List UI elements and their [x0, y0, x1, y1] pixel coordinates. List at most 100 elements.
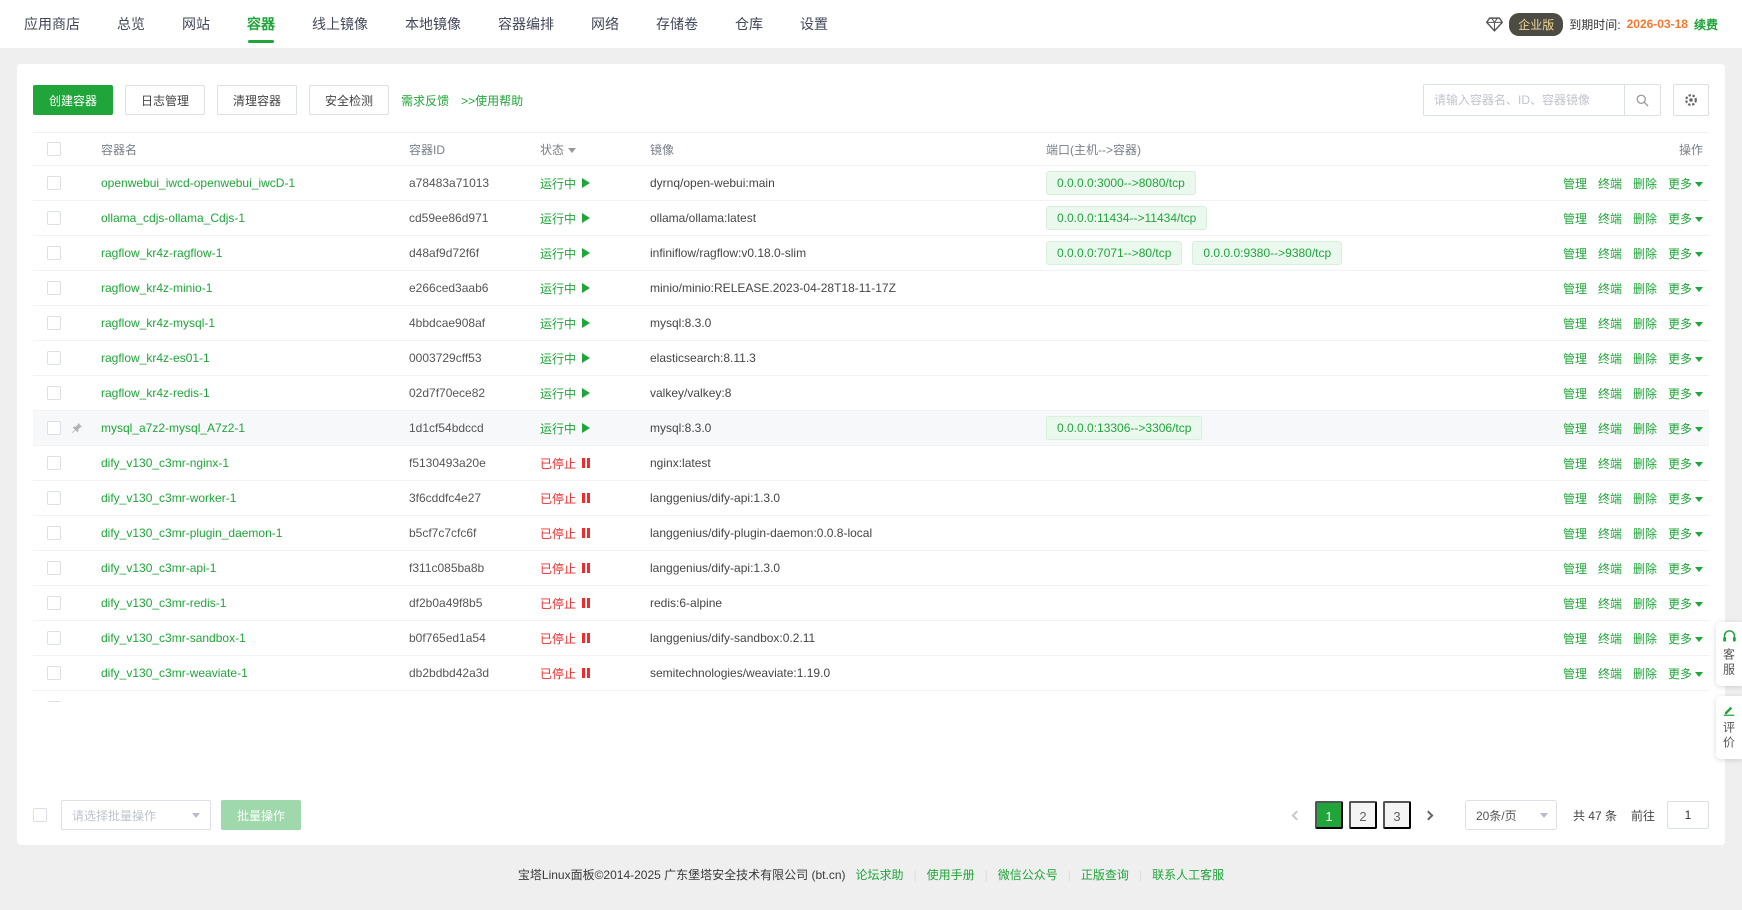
row-action-delete[interactable]: 删除 — [1633, 667, 1657, 681]
row-action-manage[interactable]: 管理 — [1563, 177, 1587, 191]
row-action-terminal[interactable]: 终端 — [1598, 632, 1622, 646]
row-checkbox[interactable] — [47, 631, 61, 645]
container-name-link[interactable]: dify_v130_c3mr-plugin_daemon-1 — [101, 526, 282, 540]
container-name-link[interactable]: dify_v130_c3mr-api-1 — [101, 561, 216, 575]
row-checkbox[interactable] — [47, 666, 61, 680]
row-checkbox[interactable] — [47, 351, 61, 365]
row-action-more[interactable]: 更多 — [1668, 387, 1703, 401]
container-name-link[interactable]: ollama_cdjs-ollama_Cdjs-1 — [101, 211, 245, 225]
container-name-link[interactable]: ragflow_kr4z-minio-1 — [101, 281, 212, 295]
row-checkbox[interactable] — [47, 561, 61, 575]
row-action-more[interactable]: 更多 — [1668, 702, 1703, 703]
container-name-link[interactable]: dify_v130_c3mr-web-1 — [101, 701, 222, 702]
status-badge[interactable]: 运行中 — [540, 385, 590, 402]
row-action-delete[interactable]: 删除 — [1633, 632, 1657, 646]
row-action-manage[interactable]: 管理 — [1563, 317, 1587, 331]
page-button-2[interactable]: 2 — [1349, 801, 1377, 829]
row-action-terminal[interactable]: 终端 — [1598, 247, 1622, 261]
footer-link-manual[interactable]: 使用手册 — [927, 866, 975, 883]
row-action-delete[interactable]: 删除 — [1633, 527, 1657, 541]
row-action-more[interactable]: 更多 — [1668, 632, 1703, 646]
row-action-more[interactable]: 更多 — [1668, 212, 1703, 226]
status-badge[interactable]: 运行中 — [540, 350, 590, 367]
container-name-link[interactable]: ragflow_kr4z-mysql-1 — [101, 316, 215, 330]
row-action-manage[interactable]: 管理 — [1563, 282, 1587, 296]
container-name-link[interactable]: dify_v130_c3mr-worker-1 — [101, 491, 236, 505]
status-badge[interactable]: 运行中 — [540, 280, 590, 297]
row-action-terminal[interactable]: 终端 — [1598, 597, 1622, 611]
clean-container-button[interactable]: 清理容器 — [217, 85, 297, 115]
nav-item-volume[interactable]: 存储卷 — [656, 0, 698, 48]
row-checkbox[interactable] — [47, 176, 61, 190]
batch-operation-button[interactable]: 批量操作 — [221, 800, 301, 830]
container-name-link[interactable]: dify_v130_c3mr-sandbox-1 — [101, 631, 246, 645]
row-action-more[interactable]: 更多 — [1668, 457, 1703, 471]
security-check-button[interactable]: 安全检测 — [309, 85, 389, 115]
row-action-manage[interactable]: 管理 — [1563, 527, 1587, 541]
batch-select-all-checkbox[interactable] — [33, 808, 47, 822]
status-badge[interactable]: 已停止 — [540, 595, 590, 612]
row-checkbox[interactable] — [47, 596, 61, 610]
row-action-terminal[interactable]: 终端 — [1598, 492, 1622, 506]
row-action-delete[interactable]: 删除 — [1633, 282, 1657, 296]
nav-item-repository[interactable]: 仓库 — [735, 0, 763, 48]
row-checkbox[interactable] — [47, 701, 61, 702]
container-name-link[interactable]: ragflow_kr4z-es01-1 — [101, 351, 210, 365]
row-action-more[interactable]: 更多 — [1668, 247, 1703, 261]
row-checkbox[interactable] — [47, 456, 61, 470]
status-badge[interactable]: 已停止 — [540, 560, 590, 577]
row-action-delete[interactable]: 删除 — [1633, 457, 1657, 471]
footer-link-contact-support[interactable]: 联系人工客服 — [1152, 866, 1224, 883]
status-badge[interactable]: 运行中 — [540, 420, 590, 437]
row-action-delete[interactable]: 删除 — [1633, 562, 1657, 576]
nav-item-overview[interactable]: 总览 — [117, 0, 145, 48]
row-action-terminal[interactable]: 终端 — [1598, 317, 1622, 331]
row-action-manage[interactable]: 管理 — [1563, 457, 1587, 471]
help-link[interactable]: >>使用帮助 — [461, 92, 523, 109]
header-status[interactable]: 状态 — [528, 141, 638, 158]
row-checkbox[interactable] — [47, 211, 61, 225]
row-action-more[interactable]: 更多 — [1668, 352, 1703, 366]
row-action-delete[interactable]: 删除 — [1633, 387, 1657, 401]
page-button-3[interactable]: 3 — [1383, 801, 1411, 829]
status-badge[interactable]: 已停止 — [540, 525, 590, 542]
row-action-more[interactable]: 更多 — [1668, 527, 1703, 541]
renew-link[interactable]: 续费 — [1694, 16, 1718, 33]
row-checkbox[interactable] — [47, 386, 61, 400]
footer-link-forum-help[interactable]: 论坛求助 — [856, 866, 904, 883]
row-action-manage[interactable]: 管理 — [1563, 492, 1587, 506]
feedback-link[interactable]: 需求反馈 — [401, 92, 449, 109]
search-button[interactable] — [1624, 84, 1660, 116]
row-action-manage[interactable]: 管理 — [1563, 247, 1587, 261]
log-management-button[interactable]: 日志管理 — [125, 85, 205, 115]
row-action-more[interactable]: 更多 — [1668, 597, 1703, 611]
row-checkbox[interactable] — [47, 281, 61, 295]
row-action-more[interactable]: 更多 — [1668, 317, 1703, 331]
container-name-link[interactable]: ragflow_kr4z-ragflow-1 — [101, 246, 222, 260]
row-action-delete[interactable]: 删除 — [1633, 212, 1657, 226]
row-action-terminal[interactable]: 终端 — [1598, 667, 1622, 681]
search-input[interactable] — [1424, 85, 1624, 115]
container-name-link[interactable]: openwebui_iwcd-openwebui_iwcD-1 — [101, 176, 295, 190]
status-badge[interactable]: 运行中 — [540, 210, 590, 227]
status-badge[interactable]: 已停止 — [540, 455, 590, 472]
nav-item-online-image[interactable]: 线上镜像 — [312, 0, 368, 48]
row-action-manage[interactable]: 管理 — [1563, 597, 1587, 611]
prev-page-button[interactable] — [1283, 801, 1311, 829]
page-size-select[interactable]: 20条/页 — [1465, 800, 1557, 830]
row-action-terminal[interactable]: 终端 — [1598, 422, 1622, 436]
row-action-delete[interactable]: 删除 — [1633, 597, 1657, 611]
row-action-manage[interactable]: 管理 — [1563, 422, 1587, 436]
review-button[interactable]: 评价 — [1716, 696, 1742, 759]
row-action-delete[interactable]: 删除 — [1633, 702, 1657, 703]
row-action-more[interactable]: 更多 — [1668, 562, 1703, 576]
row-action-delete[interactable]: 删除 — [1633, 492, 1657, 506]
row-action-delete[interactable]: 删除 — [1633, 177, 1657, 191]
row-action-delete[interactable]: 删除 — [1633, 352, 1657, 366]
select-all-checkbox[interactable] — [47, 142, 61, 156]
row-action-terminal[interactable]: 终端 — [1598, 387, 1622, 401]
row-checkbox[interactable] — [47, 421, 61, 435]
next-page-button[interactable] — [1415, 801, 1443, 829]
row-action-more[interactable]: 更多 — [1668, 492, 1703, 506]
nav-item-website[interactable]: 网站 — [182, 0, 210, 48]
